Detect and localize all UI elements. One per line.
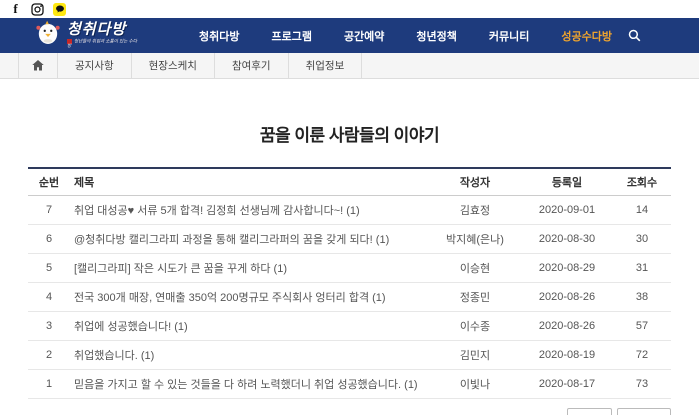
post-title-link[interactable]: 전국 300개 매장, 연매출 350억 200명규모 주식회사 엉터리 합격 … [70,283,429,312]
row-number: 7 [28,196,70,225]
subnav: 공지사항현장스케치참여후기취업정보 [0,53,699,79]
site-logo[interactable]: 청취다방 청년들의 취업과 소통이 있는 수다방 [34,19,139,52]
table-row: 2 취업했습니다. (1) 김민지 2020-08-19 72 [28,341,671,370]
logo-title: 청취다방 [67,22,139,37]
instagram-icon[interactable] [31,3,44,16]
post-views: 30 [613,225,671,254]
post-date: 2020-08-17 [521,370,613,399]
post-author: 김민지 [429,341,521,370]
write-button[interactable]: 글쓰기 [617,408,671,415]
navbar-menu: 청취다방프로그램공간예약청년정책커뮤니티성공수다방 [183,28,628,44]
nav-item-5[interactable]: 성공수다방 [545,28,628,44]
post-date: 2020-09-01 [521,196,613,225]
table-row: 5 [캘리그라피] 작은 시도가 큰 꿈을 꾸게 하다 (1) 이승현 2020… [28,254,671,283]
col-header-author: 작성자 [429,168,521,196]
post-views: 31 [613,254,671,283]
board-header: 순번 제목 작성자 등록일 조회수 [28,168,671,196]
post-author: 이빛나 [429,370,521,399]
table-row: 7 취업 대성공♥ 서류 5개 합격! 김정희 선생님께 감사합니다~! (1)… [28,196,671,225]
subnav-items: 공지사항현장스케치참여후기취업정보 [57,53,362,78]
post-author: 정종민 [429,283,521,312]
row-number: 2 [28,341,70,370]
col-header-date: 등록일 [521,168,613,196]
row-number: 1 [28,370,70,399]
post-views: 14 [613,196,671,225]
nav-item-3[interactable]: 청년정책 [400,28,472,44]
post-date: 2020-08-26 [521,283,613,312]
col-header-no: 순번 [28,168,70,196]
col-header-views: 조회수 [613,168,671,196]
row-number: 4 [28,283,70,312]
post-date: 2020-08-19 [521,341,613,370]
post-title-link[interactable]: 취업에 성공했습니다! (1) [70,312,429,341]
board-table: 순번 제목 작성자 등록일 조회수 7 취업 대성공♥ 서류 5개 합격! 김정… [28,167,671,399]
post-title-link[interactable]: 취업 대성공♥ 서류 5개 합격! 김정희 선생님께 감사합니다~! (1) [70,196,429,225]
post-views: 57 [613,312,671,341]
table-row: 3 취업에 성공했습니다! (1) 이수종 2020-08-26 57 [28,312,671,341]
table-row: 4 전국 300개 매장, 연매출 350억 200명규모 주식회사 엉터리 합… [28,283,671,312]
col-header-title: 제목 [70,168,429,196]
post-title-link[interactable]: @청취다방 캘리그라피 과정을 통해 캘리그라퍼의 꿈을 갖게 되다! (1) [70,225,429,254]
post-author: 이수종 [429,312,521,341]
social-bar: f [0,0,699,18]
search-icon[interactable] [628,29,641,42]
post-views: 38 [613,283,671,312]
board-actions: 목록 글쓰기 [28,408,671,415]
page-title: 꿈을 이룬 사람들의 이야기 [28,121,671,146]
row-number: 6 [28,225,70,254]
logo-tagline: 청년들의 취업과 소통이 있는 수다방 [67,39,139,49]
post-title-link[interactable]: 취업했습니다. (1) [70,341,429,370]
post-views: 73 [613,370,671,399]
post-views: 72 [613,341,671,370]
table-row: 6 @청취다방 캘리그라피 과정을 통해 캘리그라퍼의 꿈을 갖게 되다! (1… [28,225,671,254]
post-date: 2020-08-26 [521,312,613,341]
list-button[interactable]: 목록 [567,408,611,415]
post-date: 2020-08-30 [521,225,613,254]
subnav-item-3[interactable]: 취업정보 [288,53,363,78]
table-row: 1 믿음을 가지고 할 수 있는 것들을 다 하려 노력했더니 취업 성공했습니… [28,370,671,399]
nav-item-0[interactable]: 청취다방 [183,28,255,44]
kakaotalk-icon[interactable] [53,3,66,16]
row-number: 5 [28,254,70,283]
post-author: 김효정 [429,196,521,225]
board-body: 7 취업 대성공♥ 서류 5개 합격! 김정희 선생님께 감사합니다~! (1)… [28,196,671,399]
post-author: 이승현 [429,254,521,283]
nav-item-2[interactable]: 공간예약 [328,28,400,44]
subnav-item-0[interactable]: 공지사항 [57,53,131,78]
subnav-item-1[interactable]: 현장스케치 [131,53,214,78]
post-title-link[interactable]: [캘리그라피] 작은 시도가 큰 꿈을 꾸게 하다 (1) [70,254,429,283]
post-date: 2020-08-29 [521,254,613,283]
nav-item-1[interactable]: 프로그램 [255,28,327,44]
main-navbar: 청취다방 청년들의 취업과 소통이 있는 수다방 청취다방프로그램공간예약청년정… [0,18,699,53]
post-title-link[interactable]: 믿음을 가지고 할 수 있는 것들을 다 하려 노력했더니 취업 성공했습니다.… [70,370,429,399]
nav-item-4[interactable]: 커뮤니티 [473,28,545,44]
facebook-icon[interactable]: f [9,3,22,16]
content: 꿈을 이룬 사람들의 이야기 순번 제목 작성자 등록일 조회수 7 취업 대성… [28,121,671,415]
post-author: 박지혜(은나) [429,225,521,254]
home-icon[interactable] [18,53,57,78]
row-number: 3 [28,312,70,341]
mascot-icon [34,19,62,52]
subnav-item-2[interactable]: 참여후기 [214,53,288,78]
